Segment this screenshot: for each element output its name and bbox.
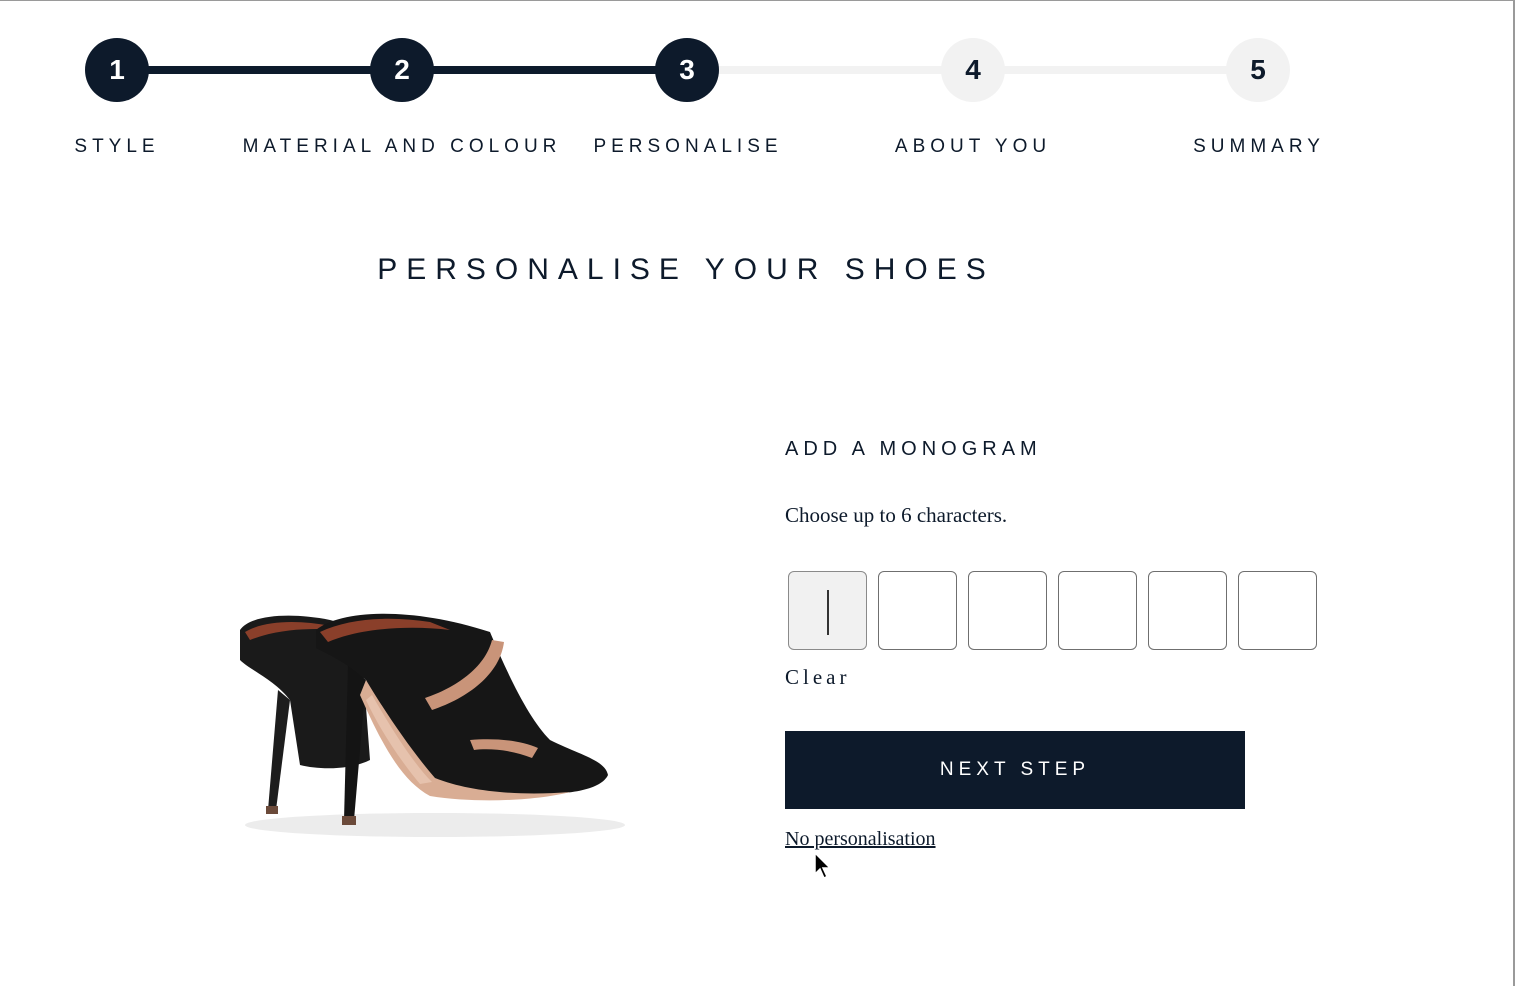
step-1-label: STYLE [74, 136, 160, 157]
monogram-char-input-2[interactable] [878, 571, 957, 650]
monogram-char-input-6[interactable] [1238, 571, 1317, 650]
step-3-label: PERSONALISE [593, 136, 783, 157]
no-personalisation-link[interactable]: No personalisation [785, 828, 936, 851]
monogram-hint: Choose up to 6 characters. [785, 503, 1008, 527]
stepper-track-pending-4 [972, 66, 1258, 74]
page-title: PERSONALISE YOUR SHOES [377, 253, 995, 286]
stepper-track-complete-1 [117, 66, 403, 74]
stepper-track-complete-2 [401, 66, 688, 74]
step-5-label: SUMMARY [1193, 136, 1325, 157]
step-4-circle: 4 [941, 38, 1005, 102]
next-step-button[interactable]: NEXT STEP [785, 731, 1245, 809]
monogram-character-inputs [788, 571, 1317, 650]
step-1-circle[interactable]: 1 [85, 38, 149, 102]
progress-stepper: 1 2 3 4 5 STYLE MATERIAL AND COLOUR PERS… [0, 0, 1517, 180]
monogram-char-input-5[interactable] [1148, 571, 1227, 650]
step-4-label: ABOUT YOU [894, 136, 1052, 157]
monogram-char-input-3[interactable] [968, 571, 1047, 650]
monogram-title: ADD A MONOGRAM [785, 438, 1042, 460]
monogram-char-input-1[interactable] [788, 571, 867, 650]
monogram-char-input-4[interactable] [1058, 571, 1137, 650]
shoe-image [220, 570, 650, 860]
step-2-label: MATERIAL AND COLOUR [242, 136, 562, 157]
clear-button[interactable]: Clear [785, 665, 850, 690]
step-3-circle[interactable]: 3 [655, 38, 719, 102]
stepper-track-pending-3 [687, 66, 973, 74]
step-2-circle[interactable]: 2 [370, 38, 434, 102]
step-5-circle: 5 [1226, 38, 1290, 102]
mouse-cursor-icon [814, 851, 832, 885]
text-caret [827, 590, 829, 635]
